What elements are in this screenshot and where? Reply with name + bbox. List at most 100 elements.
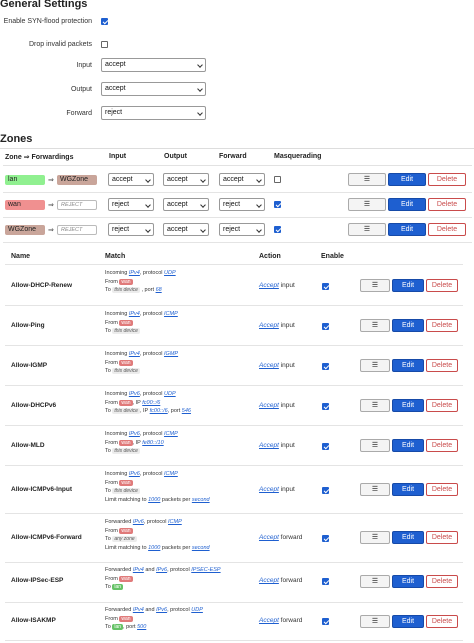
zone-masq-checkbox[interactable] bbox=[274, 226, 281, 233]
zone-delete-button[interactable]: Delete bbox=[428, 198, 466, 211]
row-divider bbox=[5, 305, 463, 306]
zone-masq-checkbox[interactable] bbox=[274, 201, 281, 208]
drop-invalid-checkbox[interactable] bbox=[101, 41, 108, 48]
rule-edit-button[interactable]: Edit bbox=[392, 615, 424, 628]
rule-enable-checkbox[interactable] bbox=[322, 487, 329, 494]
zone-delete-button[interactable]: Delete bbox=[428, 223, 466, 236]
zone-delete-button[interactable]: Delete bbox=[428, 173, 466, 186]
output-policy-label: Output bbox=[70, 86, 92, 93]
forward-policy-row: Forward reject bbox=[0, 106, 220, 124]
zone-input-select[interactable]: reject bbox=[108, 223, 154, 236]
zone-badge-wgzone: WGZone bbox=[5, 225, 45, 235]
rule-edit-button[interactable]: Edit bbox=[392, 319, 424, 332]
zone-output-header: Output bbox=[164, 153, 187, 160]
zone-pill-wan: wan bbox=[119, 359, 133, 366]
rule-match: Incoming IPv4, protocol ICMP From wan To… bbox=[105, 311, 178, 334]
zone-forward-select[interactable]: reject bbox=[219, 223, 265, 236]
zone-forward-select[interactable]: accept bbox=[219, 173, 265, 186]
rule-menu-button[interactable]: ☰ bbox=[360, 399, 390, 412]
rule-action: Accept input bbox=[259, 322, 295, 329]
row-divider bbox=[5, 345, 463, 346]
zone-forward-select[interactable]: reject bbox=[219, 198, 265, 211]
rule-menu-button[interactable]: ☰ bbox=[360, 483, 390, 496]
rule-delete-button[interactable]: Delete bbox=[426, 439, 458, 452]
rule-delete-button[interactable]: Delete bbox=[426, 531, 458, 544]
rule-delete-button[interactable]: Delete bbox=[426, 319, 458, 332]
rule-menu-button[interactable]: ☰ bbox=[360, 359, 390, 372]
zone-menu-button[interactable]: ☰ bbox=[348, 173, 386, 186]
rule-name: Allow-IPSec-ESP bbox=[11, 577, 64, 584]
rule-match: Incoming IPv6, protocol ICMP From wan To… bbox=[105, 471, 210, 503]
drop-invalid-label: Drop invalid packets bbox=[28, 41, 92, 48]
zones-title: Zones bbox=[0, 133, 33, 145]
rule-enable-checkbox[interactable] bbox=[322, 363, 329, 370]
rule-menu-button[interactable]: ☰ bbox=[360, 531, 390, 544]
rule-menu-button[interactable]: ☰ bbox=[360, 615, 390, 628]
rule-delete-button[interactable]: Delete bbox=[426, 279, 458, 292]
zone-pill-device: this device bbox=[112, 488, 140, 494]
rule-delete-button[interactable]: Delete bbox=[426, 575, 458, 588]
zone-pill-wan: wan bbox=[119, 278, 133, 285]
rule-menu-button[interactable]: ☰ bbox=[360, 319, 390, 332]
rule-edit-button[interactable]: Edit bbox=[392, 439, 424, 452]
input-policy-select[interactable]: accept bbox=[101, 58, 206, 72]
zone-menu-button[interactable]: ☰ bbox=[348, 223, 386, 236]
rule-menu-button[interactable]: ☰ bbox=[360, 279, 390, 292]
zone-output-select[interactable]: accept bbox=[163, 198, 209, 211]
rule-action: Accept forward bbox=[259, 577, 303, 584]
syn-flood-label: Enable SYN-flood protection bbox=[3, 18, 92, 25]
rule-match: Forwarded IPv6, protocol ICMP From wan T… bbox=[105, 519, 210, 551]
rule-match: Forwarded IPv4 and IPv6, protocol IPSEC-… bbox=[105, 567, 221, 590]
chevron-down-icon bbox=[256, 202, 262, 208]
rule-delete-button[interactable]: Delete bbox=[426, 615, 458, 628]
output-policy-select[interactable]: accept bbox=[101, 82, 206, 96]
rule-enable-checkbox[interactable] bbox=[322, 443, 329, 450]
zone-pill-wan: wan bbox=[119, 615, 133, 622]
rule-enable-header: Enable bbox=[321, 253, 344, 260]
rule-enable-checkbox[interactable] bbox=[322, 323, 329, 330]
rule-name: Allow-DHCP-Renew bbox=[11, 282, 73, 289]
rule-name: Allow-ISAKMP bbox=[11, 617, 56, 624]
rule-delete-button[interactable]: Delete bbox=[426, 483, 458, 496]
rule-delete-button[interactable]: Delete bbox=[426, 399, 458, 412]
rule-menu-button[interactable]: ☰ bbox=[360, 439, 390, 452]
rule-enable-checkbox[interactable] bbox=[322, 403, 329, 410]
zone-masq-checkbox[interactable] bbox=[274, 176, 281, 183]
zones-divider bbox=[0, 148, 474, 149]
rule-name-header: Name bbox=[11, 253, 31, 260]
chevron-down-icon bbox=[197, 62, 203, 68]
rule-enable-checkbox[interactable] bbox=[322, 535, 329, 542]
forward-policy-select[interactable]: reject bbox=[101, 106, 206, 120]
rule-match: Incoming IPv6, protocol UDP From wan, IP… bbox=[105, 391, 191, 414]
zone-reject-target: REJECT bbox=[57, 225, 97, 235]
rule-enable-checkbox[interactable] bbox=[322, 618, 329, 625]
zone-output-select[interactable]: accept bbox=[163, 223, 209, 236]
rule-edit-button[interactable]: Edit bbox=[392, 575, 424, 588]
zone-edit-button[interactable]: Edit bbox=[388, 223, 426, 236]
chevron-down-icon bbox=[145, 227, 151, 233]
rule-edit-button[interactable]: Edit bbox=[392, 399, 424, 412]
general-settings-title: General Settings bbox=[0, 0, 88, 10]
rule-edit-button[interactable]: Edit bbox=[392, 279, 424, 292]
zone-input-select[interactable]: reject bbox=[108, 198, 154, 211]
zone-pill-wan: wan bbox=[119, 399, 133, 406]
chevron-down-icon bbox=[200, 177, 206, 183]
rule-enable-checkbox[interactable] bbox=[322, 578, 329, 585]
zone-masquerading-header: Masquerading bbox=[274, 153, 322, 160]
chevron-down-icon bbox=[145, 202, 151, 208]
rule-enable-checkbox[interactable] bbox=[322, 283, 329, 290]
zone-menu-button[interactable]: ☰ bbox=[348, 198, 386, 211]
zone-output-select[interactable]: accept bbox=[163, 173, 209, 186]
zone-edit-button[interactable]: Edit bbox=[388, 173, 426, 186]
rule-edit-button[interactable]: Edit bbox=[392, 359, 424, 372]
zone-input-select[interactable]: accept bbox=[108, 173, 154, 186]
rule-edit-button[interactable]: Edit bbox=[392, 531, 424, 544]
rule-delete-button[interactable]: Delete bbox=[426, 359, 458, 372]
rule-name: Allow-DHCPv6 bbox=[11, 402, 57, 409]
rule-match: Incoming IPv6, protocol ICMP From wan, I… bbox=[105, 431, 178, 454]
chevron-down-icon bbox=[197, 86, 203, 92]
rule-menu-button[interactable]: ☰ bbox=[360, 575, 390, 588]
syn-flood-checkbox[interactable] bbox=[101, 18, 108, 25]
zone-edit-button[interactable]: Edit bbox=[388, 198, 426, 211]
rule-edit-button[interactable]: Edit bbox=[392, 483, 424, 496]
